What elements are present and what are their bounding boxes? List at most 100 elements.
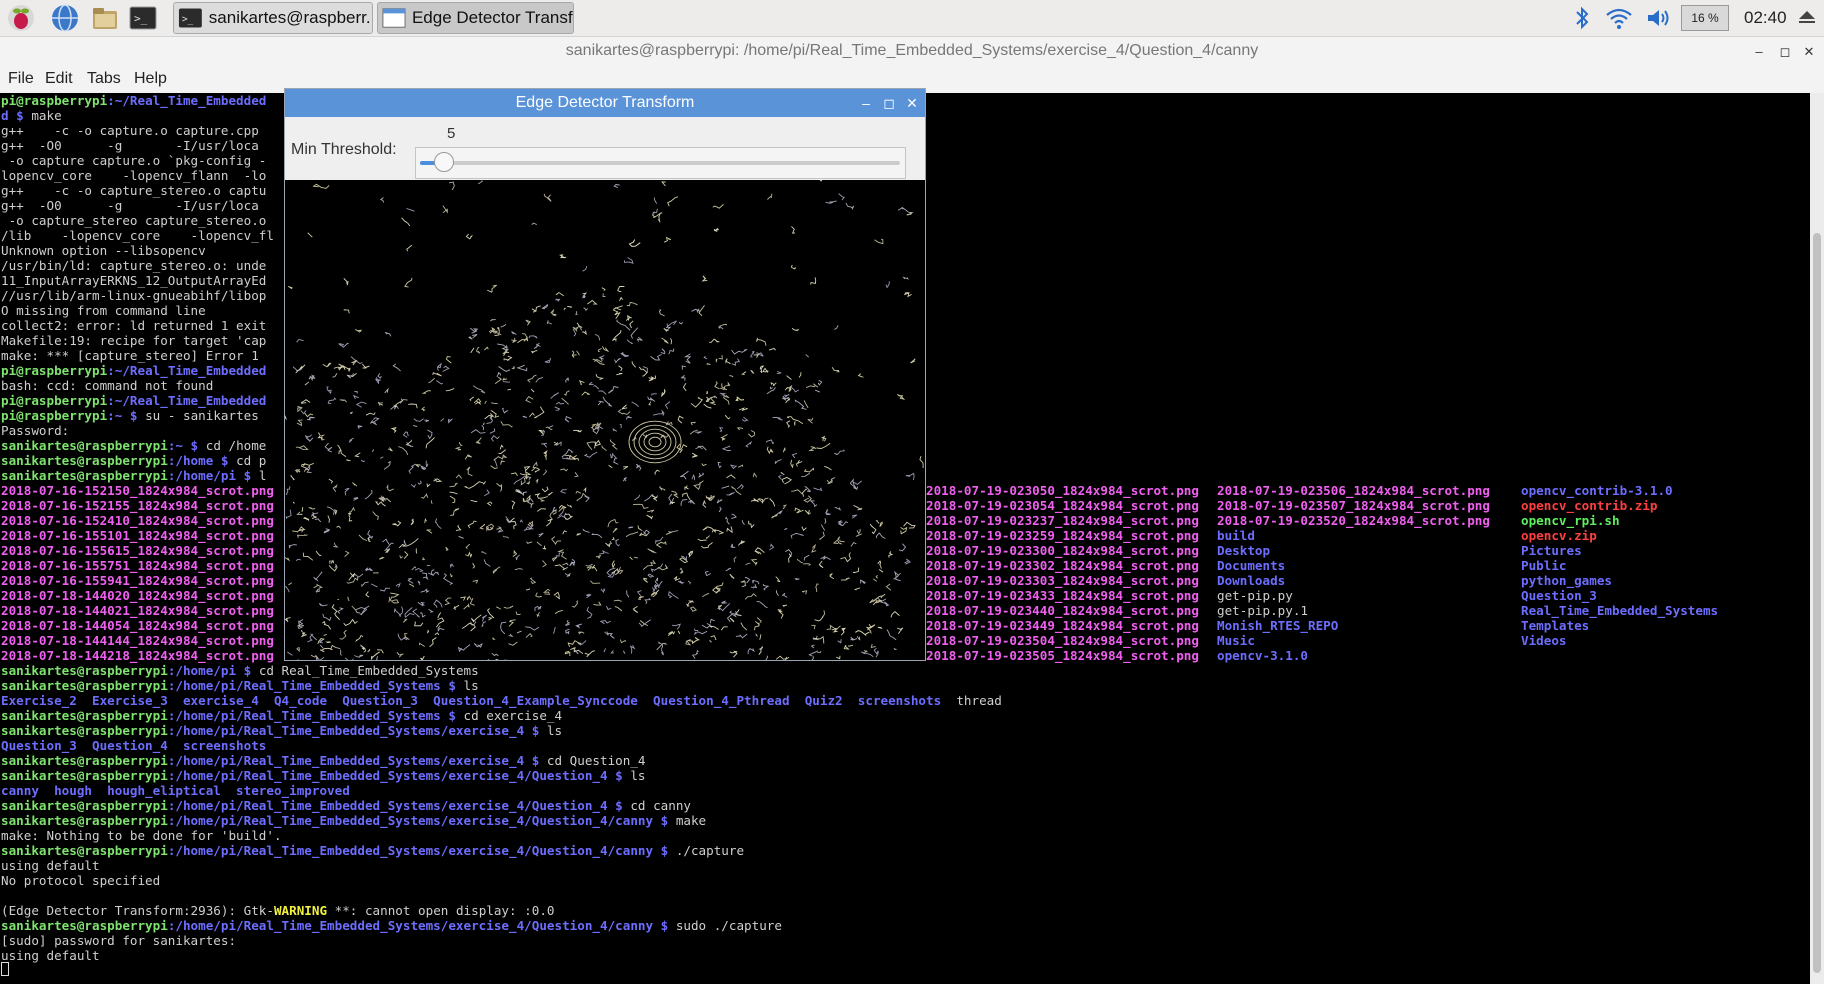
terminal-icon: >_ bbox=[178, 8, 202, 28]
bluetooth-icon[interactable] bbox=[1572, 6, 1592, 30]
terminal-line: Public bbox=[1521, 558, 1567, 573]
terminal-title: sanikartes@raspberrypi: /home/pi/Real_Ti… bbox=[0, 37, 1824, 67]
terminal-text: Exercise_2 Exercise_3 exercise_4 Q4_code… bbox=[1, 693, 957, 708]
terminal-text: canny hough hough_eliptical stereo_impro… bbox=[1, 783, 350, 798]
terminal-text: 2018-07-19-023440_1824x984_scrot.png bbox=[926, 603, 1199, 618]
terminal-text: sanikartes@raspberrypi bbox=[1, 843, 168, 858]
terminal-text: :/home/pi $ bbox=[167, 663, 259, 678]
terminal-line: pi@raspberrypi:~ $ su - sanikartes bbox=[1, 408, 259, 423]
terminal-text: (Edge Detector Transform:2936): Gtk- bbox=[1, 903, 274, 918]
terminal-text: 11_InputArrayERKNS_12_OutputArrayEd bbox=[1, 273, 267, 288]
terminal-text: Templates bbox=[1521, 618, 1590, 633]
terminal-line: pi@raspberrypi:~/Real_Time_Embedded bbox=[1, 363, 266, 378]
terminal-text: 2018-07-19-023054_1824x984_scrot.png bbox=[926, 498, 1199, 513]
terminal-text: :/home/pi/Real_Time_Embedded_Systems $ bbox=[167, 708, 464, 723]
terminal-text: g++ -c -o capture.o capture.cpp bbox=[1, 123, 259, 138]
edge-maximize-icon[interactable]: ◻ bbox=[880, 89, 898, 117]
edge-close-icon[interactable]: ✕ bbox=[903, 89, 921, 117]
terminal-scrollbar[interactable] bbox=[1810, 93, 1824, 984]
terminal-text: sanikartes@raspberrypi bbox=[1, 438, 168, 453]
terminal-text: Monish_RTES_REPO bbox=[1217, 618, 1339, 633]
terminal-text: using default bbox=[1, 948, 100, 963]
terminal-text: 2018-07-18-144021_1824x984_scrot.png bbox=[1, 603, 274, 618]
file-manager-icon[interactable] bbox=[90, 3, 120, 33]
menu-edit[interactable]: Edit bbox=[45, 70, 73, 88]
terminal-line: Real_Time_Embedded_Systems bbox=[1521, 603, 1718, 618]
terminal-line: g++ -c -o capture_stereo.o captu bbox=[1, 183, 266, 198]
terminal-line: /usr/bin/ld: capture_stereo.o: unde bbox=[1, 258, 266, 273]
terminal-line: //usr/lib/arm-linux-gnueabihf/libop bbox=[1, 288, 266, 303]
terminal-line: opencv_contrib-3.1.0 bbox=[1521, 483, 1673, 498]
terminal-line: Downloads bbox=[1217, 573, 1285, 588]
window-icon bbox=[382, 8, 406, 28]
terminal-line: Makefile:19: recipe for target 'cap bbox=[1, 333, 266, 348]
terminal-text: g++ -c -o capture_stereo.o captu bbox=[1, 183, 267, 198]
terminal-text: Real_Time_Embedded_Systems bbox=[1521, 603, 1719, 618]
terminal-text: :/home/pi/Real_Time_Embedded_Systems/exe… bbox=[167, 753, 547, 768]
terminal-text: Pictures bbox=[1521, 543, 1582, 558]
terminal-text: Videos bbox=[1521, 633, 1567, 648]
terminal-line: build bbox=[1217, 528, 1255, 543]
terminal-line: 2018-07-19-023507_1824x984_scrot.png bbox=[1217, 498, 1490, 513]
terminal-line: sanikartes@raspberrypi:/home/pi/Real_Tim… bbox=[1, 753, 646, 768]
scrollbar-thumb[interactable] bbox=[1813, 233, 1821, 973]
terminal-text: Desktop bbox=[1217, 543, 1271, 558]
menu-tabs[interactable]: Tabs bbox=[87, 70, 121, 88]
web-browser-icon[interactable] bbox=[50, 3, 80, 33]
slider-knob[interactable] bbox=[434, 152, 454, 172]
terminal-line: sanikartes@raspberrypi:/home/pi $ cd Rea… bbox=[1, 663, 479, 678]
cpu-monitor[interactable]: 16 % bbox=[1681, 5, 1729, 31]
terminal-line: 2018-07-19-023520_1824x984_scrot.png bbox=[1217, 513, 1490, 528]
terminal-text: opencv_rpi.sh bbox=[1521, 513, 1620, 528]
terminal-text: :/home/pi/Real_Time_Embedded_Systems/exe… bbox=[167, 768, 631, 783]
raspberry-menu-icon[interactable] bbox=[6, 3, 36, 33]
terminal-line: opencv-3.1.0 bbox=[1217, 648, 1308, 663]
clock[interactable]: 02:40 bbox=[1744, 8, 1787, 28]
taskbar-terminal[interactable]: >_ sanikartes@raspberr... bbox=[173, 2, 373, 34]
taskbar-edge-detector[interactable]: Edge Detector Transf... bbox=[377, 2, 574, 34]
terminal-line: opencv.zip bbox=[1521, 528, 1597, 543]
terminal-line: pi@raspberrypi:~/Real_Time_Embedded bbox=[1, 393, 266, 408]
terminal-text: 2018-07-19-023449_1824x984_scrot.png bbox=[926, 618, 1199, 633]
terminal-text: **: cannot open display: :0.0 bbox=[327, 903, 555, 918]
maximize-icon[interactable]: ◻ bbox=[1778, 44, 1792, 60]
terminal-text: using default bbox=[1, 858, 100, 873]
threshold-slider[interactable] bbox=[415, 147, 906, 179]
terminal-text: 2018-07-16-155941_1824x984_scrot.png bbox=[1, 573, 274, 588]
slider-track[interactable] bbox=[420, 161, 900, 165]
terminal-text: make bbox=[31, 108, 62, 123]
terminal-text: Makefile:19: recipe for target 'cap bbox=[1, 333, 267, 348]
volume-icon[interactable] bbox=[1645, 6, 1671, 30]
minimize-icon[interactable]: – bbox=[1752, 44, 1766, 59]
terminal-text: get-pip.py.1 bbox=[1217, 603, 1308, 618]
terminal-text: :/home/pi/Real_Time_Embedded_Systems/exe… bbox=[167, 918, 676, 933]
terminal-line: sanikartes@raspberrypi:/home/pi/Real_Tim… bbox=[1, 708, 562, 723]
canny-edges-image bbox=[285, 180, 924, 660]
wifi-icon[interactable] bbox=[1605, 6, 1633, 30]
terminal-text: 2018-07-19-023302_1824x984_scrot.png bbox=[926, 558, 1199, 573]
terminal-line: 2018-07-19-023050_1824x984_scrot.png bbox=[926, 483, 1199, 498]
terminal-text: Question_3 Question_4 screenshots bbox=[1, 738, 267, 753]
terminal-text: -o capture_stereo capture_stereo.o bbox=[1, 213, 267, 228]
terminal-text: bash: ccd: command not found bbox=[1, 378, 214, 393]
terminal-line: 2018-07-19-023237_1824x984_scrot.png bbox=[926, 513, 1199, 528]
terminal-text: :/home $ bbox=[167, 453, 237, 468]
terminal-line: get-pip.py.1 bbox=[1217, 603, 1308, 618]
edge-minimize-icon[interactable]: – bbox=[857, 89, 875, 117]
terminal-line: g++ -c -o capture.o capture.cpp bbox=[1, 123, 259, 138]
close-icon[interactable]: ✕ bbox=[1802, 44, 1816, 60]
terminal-text: sanikartes@raspberrypi bbox=[1, 798, 168, 813]
terminal-line: -o capture capture.o `pkg-config - bbox=[1, 153, 267, 168]
terminal-text: Public bbox=[1521, 558, 1567, 573]
terminal-text: build bbox=[1217, 528, 1255, 543]
menu-help[interactable]: Help bbox=[134, 70, 167, 88]
terminal-text: [sudo] password for sanikartes: bbox=[1, 933, 237, 948]
terminal-line: Pictures bbox=[1521, 543, 1582, 558]
terminal-text: opencv.zip bbox=[1521, 528, 1597, 543]
eject-icon[interactable] bbox=[1798, 10, 1816, 24]
terminal-line: 2018-07-19-023300_1824x984_scrot.png bbox=[926, 543, 1199, 558]
terminal-icon[interactable]: >_ bbox=[128, 3, 158, 33]
terminal-text: sanikartes@raspberrypi bbox=[1, 453, 168, 468]
terminal-line: 2018-07-16-155615_1824x984_scrot.png bbox=[1, 543, 274, 558]
menu-file[interactable]: File bbox=[8, 70, 34, 88]
